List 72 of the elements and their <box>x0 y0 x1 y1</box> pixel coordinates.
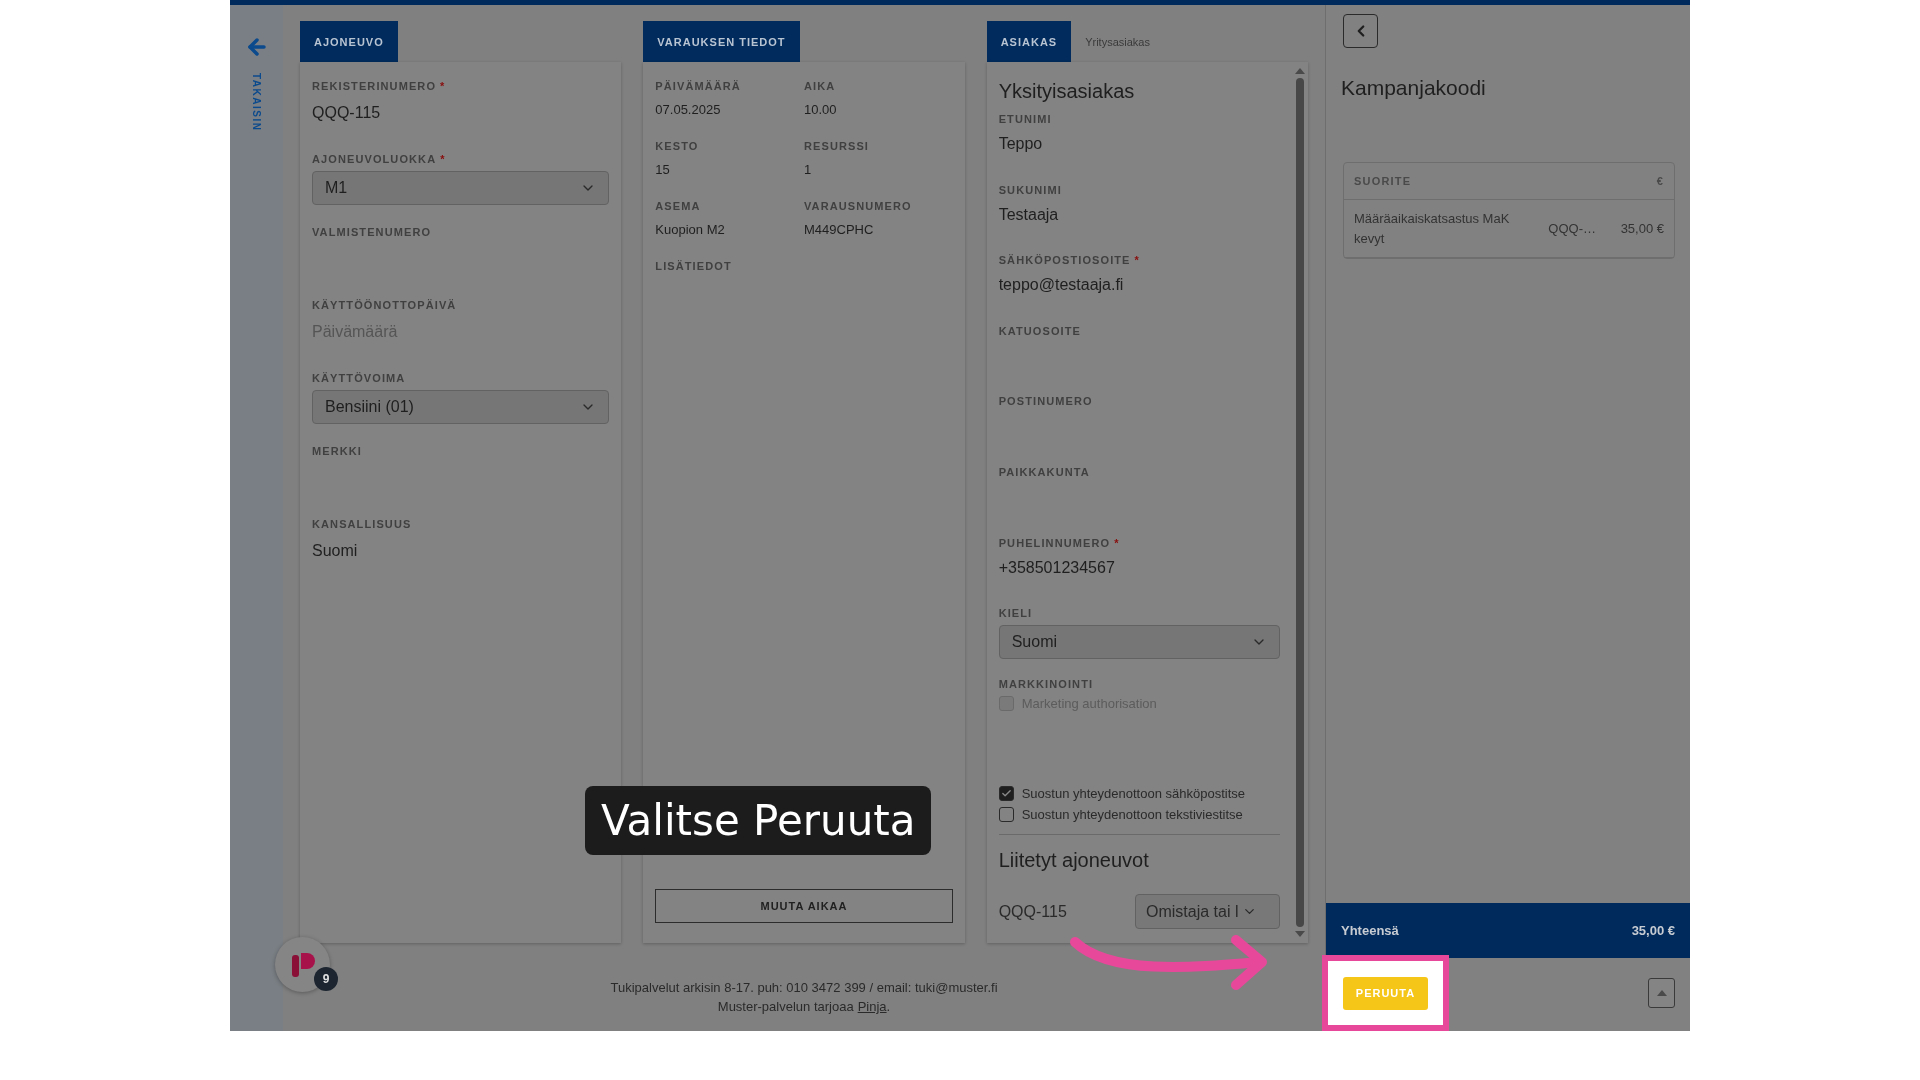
campaign-heading: Kampanjakoodi <box>1341 76 1487 100</box>
notification-badge: 9 <box>314 967 338 991</box>
field-label: KÄYTTÖVOIMA <box>312 372 406 384</box>
field-label: LISÄTIEDOT <box>655 260 732 272</box>
required-mark: * <box>1114 536 1119 549</box>
role-dropdown[interactable]: Omistaja tai l <box>1135 894 1280 929</box>
field-value: +358501234567 <box>998 558 1116 577</box>
field-label: AIKA <box>804 80 836 92</box>
field-label: KÄYTTÖÖNOTTOPÄIVÄ <box>312 299 457 311</box>
field-label: POSTINUMERO <box>998 395 1093 408</box>
vehicle-plate: QQQ-115 <box>998 902 1067 921</box>
period-text: . <box>886 999 891 1014</box>
field-value: 1 <box>804 162 813 177</box>
dropdown[interactable]: M1 <box>312 171 610 205</box>
total-label: Yhteensä <box>1341 923 1399 938</box>
logo-icon <box>289 950 316 979</box>
field-label: KIELI <box>998 607 1033 620</box>
dropdown[interactable]: Suomi <box>998 625 1280 660</box>
customer-tab[interactable]: ASIAKAS <box>986 21 1072 62</box>
checkbox[interactable] <box>998 807 1014 823</box>
field-label: ETUNIMI <box>998 113 1052 125</box>
field-value: teppo@testaaja.fi <box>998 276 1125 295</box>
panel-tab[interactable]: VARAUKSEN TIEDOT <box>643 21 800 62</box>
field-value: Testaaja <box>998 205 1060 224</box>
field-value: 07.05.2025 <box>655 102 722 117</box>
scroll-up-button[interactable] <box>1648 978 1675 1008</box>
panel-tab[interactable]: AJONEUVO <box>300 21 398 62</box>
field-label: AJONEUVOLUOKKA <box>312 153 437 165</box>
collapse-button[interactable] <box>1343 14 1378 48</box>
field-label: KATUOSOITE <box>998 324 1081 337</box>
required-mark: * <box>440 80 445 92</box>
provider-text: Muster-palvelun tarjoaa <box>717 999 854 1014</box>
field-label: KANSALLISUUS <box>312 518 412 530</box>
field-label: ASEMA <box>655 200 701 212</box>
customer-tab[interactable]: Yritysasiakas <box>1071 21 1164 62</box>
table-cell-text: QQQ-… <box>1547 219 1596 238</box>
total-value: 35,00 € <box>1631 923 1675 938</box>
field-label: SÄHKÖPOSTIOSOITE <box>998 254 1131 267</box>
field-label: RESURSSI <box>804 140 870 152</box>
field-value: Kuopion M2 <box>655 222 726 237</box>
dropdown[interactable]: Bensiini (01) <box>312 390 610 424</box>
table-cell-text: 35,00 € <box>1619 219 1664 238</box>
support-text: Tukipalvelut arkisin 8-17. puh: 010 3472 399 / email: tuki@muster.fi <box>610 980 998 995</box>
field-label: VARAUSNUMERO <box>804 200 912 212</box>
field-value: QQQ-115 <box>312 104 382 122</box>
tutorial-caption: Valitse Peruuta <box>585 786 932 855</box>
field-value: M449CPHC <box>804 222 875 237</box>
section-heading: Liitetyt ajoneuvot <box>998 849 1150 872</box>
field-label: VALMISTENUMERO <box>312 226 432 238</box>
field-value: 15 <box>655 162 671 177</box>
table-cell-text: Määräaikaiskatsastus MaK kevyt <box>1354 210 1511 248</box>
field-label: SUKUNIMI <box>998 183 1062 196</box>
field-label: REKISTERINUMERO <box>312 80 437 92</box>
field-label: MERKKI <box>312 445 362 457</box>
change-time-button[interactable]: MUUTA AIKAA <box>655 889 953 923</box>
checkbox-label: Suostun yhteydenottoon sähköpostitse <box>1021 786 1245 802</box>
field-value: Suomi <box>312 542 359 560</box>
field-value: Teppo <box>998 135 1044 153</box>
section-heading: Yksityisasiakas <box>998 80 1136 103</box>
field-label: KESTO <box>655 140 699 152</box>
column-header: € <box>1655 174 1664 189</box>
checkbox-label: Suostun yhteydenottoon tekstiviestitse <box>1021 807 1243 823</box>
checkbox[interactable] <box>998 786 1014 802</box>
back-link[interactable]: TAKAISIN <box>251 73 262 132</box>
required-mark: * <box>440 153 445 165</box>
field-value: 10.00 <box>804 102 838 117</box>
required-mark: * <box>1134 254 1139 267</box>
field-label: PUHELINNUMERO <box>998 536 1111 549</box>
field-label: PAIKKAKUNTA <box>998 465 1090 478</box>
provider-link[interactable]: Pinja <box>857 999 887 1014</box>
field-label: MARKKINOINTI <box>998 677 1094 690</box>
field-label: PÄIVÄMÄÄRÄ <box>655 80 741 92</box>
